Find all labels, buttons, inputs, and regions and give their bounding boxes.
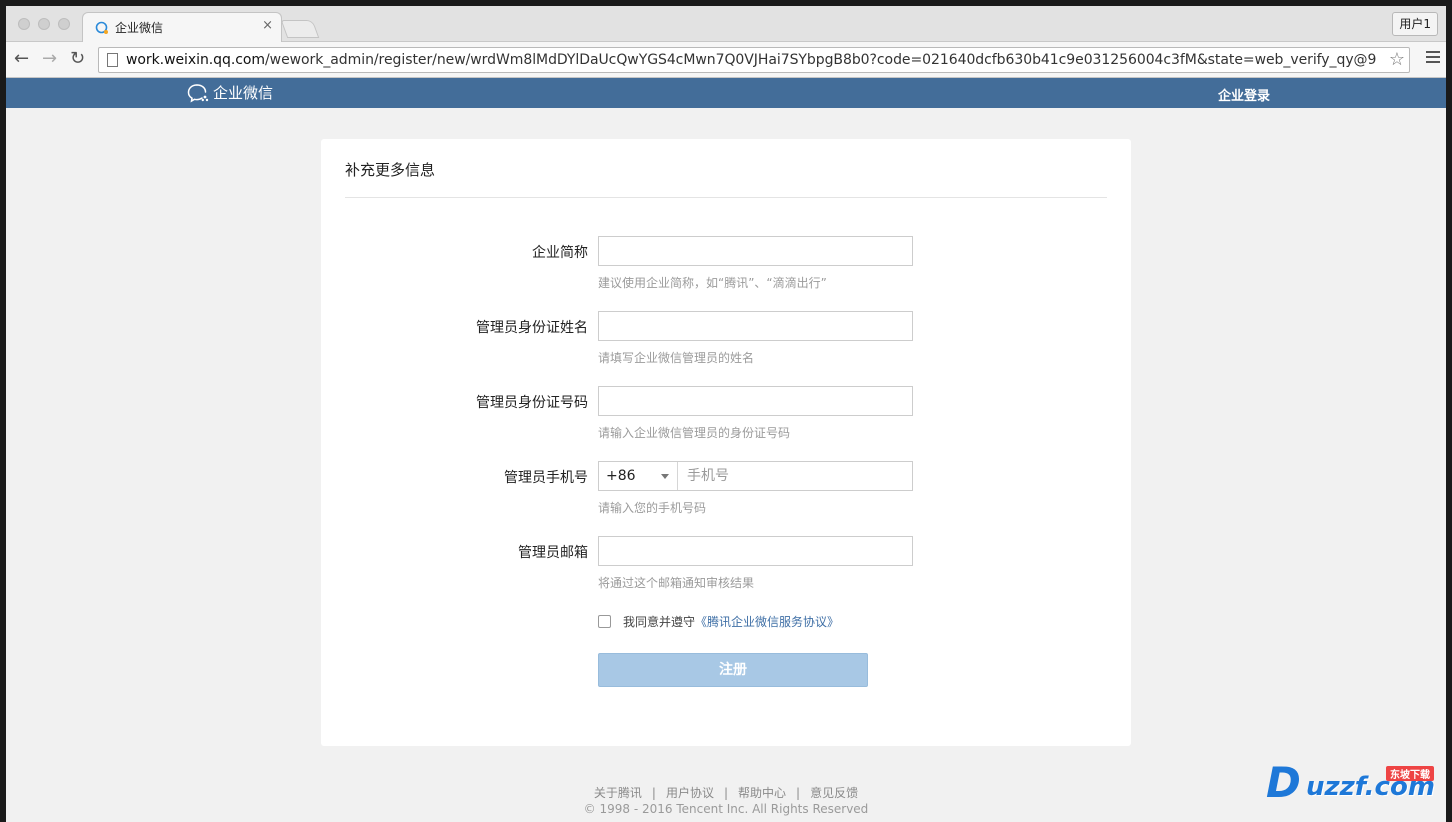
company-name-hint: 建议使用企业简称，如“腾讯”、“滴滴出行” <box>598 276 827 290</box>
close-window-button[interactable] <box>18 18 30 30</box>
tab-close-icon[interactable]: × <box>262 18 273 33</box>
url-text: work.weixin.qq.com/wework_admin/register… <box>126 52 1377 68</box>
tab-title: 企业微信 <box>115 21 164 35</box>
footer-link-terms[interactable]: 用户协议 <box>666 786 714 800</box>
wework-logo-icon <box>187 83 209 102</box>
company-name-input[interactable] <box>599 237 912 265</box>
phone-input-wrap <box>679 462 912 490</box>
site-logo[interactable]: 企业微信 <box>187 82 273 103</box>
divider <box>345 197 1107 198</box>
reload-icon[interactable]: ↻ <box>70 49 85 69</box>
back-arrow-icon[interactable]: ← <box>14 49 29 69</box>
browser-toolbar: ← → ↻ work.weixin.qq.com/wework_admin/re… <box>6 42 1446 78</box>
agree-text: 我同意并遵守 <box>623 615 696 629</box>
admin-email-label: 管理员邮箱 <box>518 545 588 561</box>
admin-name-input[interactable] <box>599 312 912 340</box>
new-tab-button[interactable] <box>280 20 320 38</box>
page-icon <box>107 53 118 67</box>
admin-name-field[interactable] <box>598 311 913 341</box>
bookmark-star-icon[interactable]: ☆ <box>1389 49 1405 70</box>
watermark-d-icon: D <box>1266 758 1301 807</box>
logo-text: 企业微信 <box>213 84 274 102</box>
profile-button[interactable]: 用户1 <box>1392 12 1438 36</box>
browser-window: 企业微信 × 用户1 ← → ↻ work.weixin.qq.com/wewo… <box>6 6 1446 822</box>
service-agreement-link[interactable]: 《腾讯企业微信服务协议》 <box>695 613 839 630</box>
footer-link-about[interactable]: 关于腾讯 <box>594 786 642 800</box>
admin-id-hint: 请输入企业微信管理员的身份证号码 <box>598 426 791 440</box>
admin-id-label: 管理员身份证号码 <box>476 395 588 411</box>
site-header: 企业微信 企业登录 <box>6 78 1446 108</box>
admin-email-input[interactable] <box>599 537 912 565</box>
watermark-badge: 东坡下载 <box>1386 766 1434 781</box>
enterprise-login-link[interactable]: 企业登录 <box>1218 85 1270 104</box>
register-card: 补充更多信息 企业简称 建议使用企业简称，如“腾讯”、“滴滴出行” 管理员身份证… <box>321 139 1131 746</box>
dropdown-caret-icon <box>661 474 669 479</box>
company-name-label: 企业简称 <box>532 245 588 261</box>
footer-link-feedback[interactable]: 意见反馈 <box>810 786 858 800</box>
register-button[interactable]: 注册 <box>598 653 868 687</box>
admin-name-label: 管理员身份证姓名 <box>476 320 588 336</box>
agree-checkbox[interactable] <box>598 615 611 628</box>
footer-links: 关于腾讯 | 用户协议 | 帮助中心 | 意见反馈 <box>593 786 859 800</box>
footer-link-help[interactable]: 帮助中心 <box>738 786 786 800</box>
address-bar[interactable]: work.weixin.qq.com/wework_admin/register… <box>98 47 1410 73</box>
admin-id-field[interactable] <box>598 386 913 416</box>
agreement-row: 我同意并遵守 《腾讯企业微信服务协议》 <box>598 613 839 630</box>
admin-name-hint: 请填写企业微信管理员的姓名 <box>598 351 755 365</box>
country-code-value: +86 <box>606 468 636 484</box>
wework-favicon-icon <box>95 21 108 34</box>
admin-phone-label: 管理员手机号 <box>504 470 588 486</box>
country-code-select[interactable]: +86 <box>599 462 678 490</box>
admin-id-input[interactable] <box>599 387 912 415</box>
copyright-text: © 1998 - 2016 Tencent Inc. All Rights Re… <box>583 802 869 816</box>
forward-arrow-icon[interactable]: → <box>42 49 57 69</box>
minimize-window-button[interactable] <box>38 18 50 30</box>
maximize-window-button[interactable] <box>58 18 70 30</box>
card-title: 补充更多信息 <box>345 161 436 179</box>
admin-phone-hint: 请输入您的手机号码 <box>598 501 707 515</box>
browser-menu-icon[interactable] <box>1426 51 1440 66</box>
admin-email-hint: 将通过这个邮箱通知审核结果 <box>598 576 755 590</box>
uzzf-watermark-logo: D uzzf.com 东坡下载 <box>1266 752 1446 812</box>
phone-input[interactable] <box>679 462 912 490</box>
browser-tab[interactable]: 企业微信 × <box>82 12 282 42</box>
company-name-field[interactable] <box>598 236 913 266</box>
admin-email-field[interactable] <box>598 536 913 566</box>
admin-phone-field: +86 <box>598 461 913 491</box>
tab-strip: 企业微信 × 用户1 <box>6 6 1446 42</box>
